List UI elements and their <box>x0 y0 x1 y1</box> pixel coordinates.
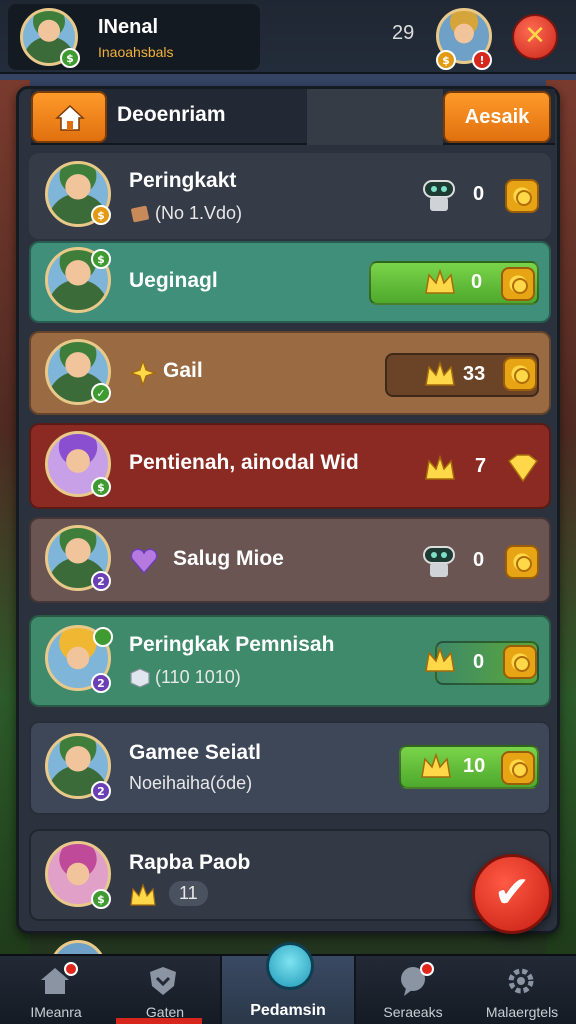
gem-icon <box>507 454 539 483</box>
crown-icon <box>421 752 451 778</box>
leaderboard-panel: Deoenriam Aesaik $ Peringkakt (No 1.Vdo)… <box>16 86 560 934</box>
rank-badge: 2 <box>91 673 111 693</box>
rank-badge: $ <box>91 205 111 225</box>
confirm-button[interactable]: ✔ <box>472 854 552 934</box>
bottom-navigation: IMeanra Gaten Pedamsin Seraeaks Malaergt… <box>0 942 576 1024</box>
list-item[interactable]: ✓ Gail 33 <box>29 331 551 415</box>
nav-label: Seraeaks <box>383 1004 443 1020</box>
cube-icon <box>130 668 150 688</box>
gear-icon <box>508 968 534 994</box>
row-title: Pentienah, ainodal Wid <box>129 451 359 474</box>
row-title: Gamee Seiatl <box>129 741 261 764</box>
active-tab-indicator <box>116 1018 202 1024</box>
row-title: Ueginagl <box>129 269 218 292</box>
top-bar: $ INenal Inaoahsbals 29 $ ! ✕ <box>0 0 576 74</box>
row-score: 10 <box>463 755 486 777</box>
list-item[interactable]: $ Ueginagl 0 <box>29 241 551 323</box>
notification-dot <box>420 962 434 976</box>
home-icon <box>55 104 85 131</box>
crown-icon <box>425 268 455 294</box>
header-divider <box>307 89 443 145</box>
panel-header: Deoenriam Aesaik <box>31 89 555 145</box>
crown-icon <box>425 360 455 386</box>
robot-icon <box>423 546 455 577</box>
row-score: 0 <box>473 549 485 571</box>
row-score: 7 <box>475 455 487 477</box>
shield-icon <box>150 967 176 995</box>
list-item[interactable]: $ Pentienah, ainodal Wid 7 <box>29 423 551 509</box>
card-icon <box>131 205 149 223</box>
crown-small-icon <box>130 883 156 906</box>
notification-dot <box>64 962 78 976</box>
rank-badge: $ <box>91 889 111 909</box>
nav-item-search[interactable]: Seraeaks <box>358 956 468 1024</box>
close-button[interactable]: ✕ <box>512 14 558 60</box>
row-subtitle: Noeihaiha(óde) <box>129 773 253 793</box>
nav-item-settings[interactable]: Malaergtels <box>468 956 576 1024</box>
row-subtitle: 11 <box>169 881 208 906</box>
crown-icon <box>425 646 455 672</box>
row-title: Rapba Paob <box>129 851 251 874</box>
row-score: 0 <box>473 183 485 205</box>
coin-icon <box>505 545 539 579</box>
panel-title: Deoenriam <box>117 103 226 126</box>
row-title: Salug Mioe <box>173 547 284 570</box>
nav-label: IMeanra <box>30 1004 82 1020</box>
row-score: 0 <box>473 651 485 673</box>
coin-icon <box>503 357 537 391</box>
rank-badge: 2 <box>91 781 111 801</box>
row-title: Peringkak Pemnisah <box>129 633 335 656</box>
nav-label: Malaergtels <box>485 1004 559 1020</box>
heart-icon <box>130 548 158 575</box>
list-item[interactable]: $ Peringkakt (No 1.Vdo) 0 <box>29 153 551 239</box>
online-badge <box>93 627 113 647</box>
star-icon <box>129 359 157 387</box>
nav-item-ranking[interactable]: Pedamsin <box>220 942 356 1024</box>
ranking-icon <box>266 942 314 990</box>
list-item[interactable]: $ Rapba Paob 11 <box>29 829 551 921</box>
row-title: Gail <box>163 359 203 382</box>
coin-icon <box>501 267 535 301</box>
nav-item-games[interactable]: Gaten <box>112 956 218 1024</box>
home-button[interactable] <box>31 91 107 143</box>
top-counter: 29 <box>392 22 415 44</box>
coin-icon <box>503 645 537 679</box>
row-title: Peringkakt <box>129 169 237 192</box>
player-level-badge: $ <box>60 48 80 68</box>
player-name: INenal <box>98 16 159 38</box>
list-item[interactable]: 2 Salug Mioe 0 <box>29 517 551 603</box>
friend-alert-badge: ! <box>472 50 492 70</box>
row-score: 0 <box>471 271 483 293</box>
coin-icon <box>505 179 539 213</box>
player-profile[interactable]: $ INenal Inaoahsbals <box>8 4 260 70</box>
list-item[interactable]: 2 Peringkak Pemnisah (110 1010) 0 <box>29 615 551 707</box>
nav-label: Pedamsin <box>250 1002 326 1019</box>
friend-coin-badge: $ <box>436 50 456 70</box>
rank-badge: 2 <box>91 571 111 591</box>
coin-icon <box>501 751 535 785</box>
player-subtitle: Inaoahsbals <box>98 44 174 60</box>
list-item[interactable]: 2 Gamee Seiatl Noeihaiha(óde) 10 <box>29 721 551 815</box>
rank-badge: $ <box>91 477 111 497</box>
row-subtitle: (No 1.Vdo) <box>155 203 243 223</box>
panel-action-button[interactable]: Aesaik <box>443 91 551 143</box>
nav-item-home[interactable]: IMeanra <box>0 956 112 1024</box>
crown-icon <box>425 454 455 480</box>
rank-badge: ✓ <box>91 383 111 403</box>
rank-badge: $ <box>91 249 111 269</box>
row-score: 33 <box>463 363 486 385</box>
robot-icon <box>423 180 455 211</box>
row-subtitle: (110 1010) <box>155 667 241 687</box>
